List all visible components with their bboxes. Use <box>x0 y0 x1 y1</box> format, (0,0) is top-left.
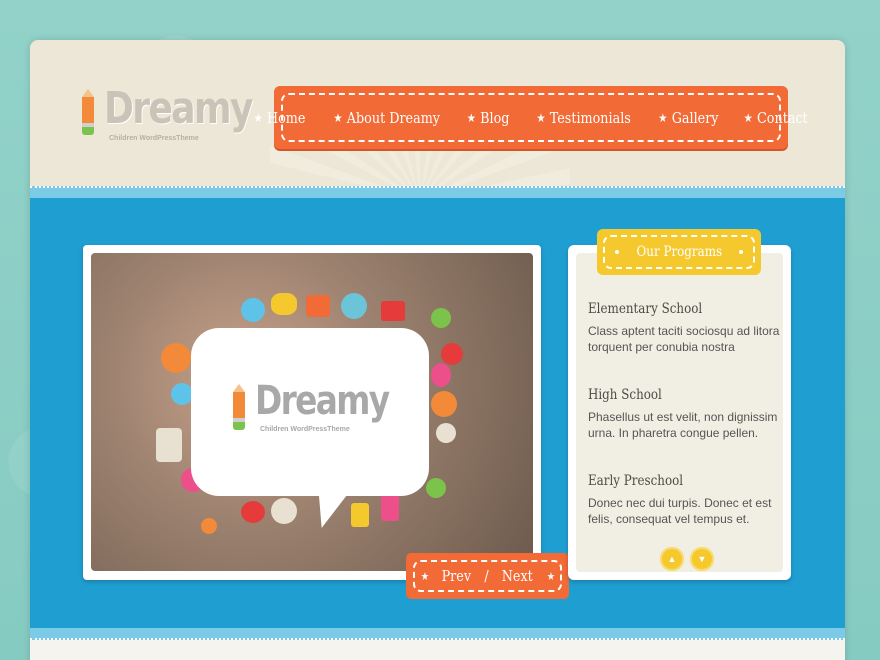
basketball-icon <box>431 391 457 417</box>
programs-title: Our Programs <box>636 244 722 260</box>
star-icon: ★ <box>420 569 429 583</box>
program-title[interactable]: High School <box>588 387 754 403</box>
slide-logo-title: Dreamy <box>255 378 390 424</box>
pencil-icon <box>233 384 245 430</box>
dot-icon <box>739 250 744 254</box>
doodle-shape <box>156 428 182 462</box>
doodle-shape <box>351 503 369 527</box>
nav-item-label: About Dreamy <box>346 108 441 127</box>
star-icon: ★ <box>253 110 263 125</box>
logo-title: Dreamy <box>104 83 253 134</box>
slide-logo-subtitle: Children WordPressTheme <box>260 426 350 433</box>
apple-icon <box>241 501 265 523</box>
apple-icon <box>441 343 463 365</box>
doodle-shape <box>431 308 451 328</box>
footer-area <box>30 640 845 660</box>
main-content: Dreamy Children WordPressTheme ★ Prev / … <box>30 198 845 628</box>
doodle-shape <box>436 423 456 443</box>
doodle-shape <box>431 363 451 387</box>
nav-item-about[interactable]: ★ About Dreamy <box>333 109 440 127</box>
slide-image[interactable]: Dreamy Children WordPressTheme <box>91 253 533 571</box>
prev-button[interactable]: Prev <box>442 567 471 585</box>
scroll-down-button[interactable]: ▼ <box>690 547 714 571</box>
image-slider: Dreamy Children WordPressTheme ★ Prev / … <box>83 245 569 599</box>
programs-header: Our Programs <box>597 229 761 275</box>
speech-bubble: Dreamy Children WordPressTheme <box>191 328 429 496</box>
doodle-shape <box>306 295 330 317</box>
chevron-up-icon: ▲ <box>667 554 677 564</box>
globe-icon <box>341 293 367 319</box>
doodle-shape <box>381 301 405 321</box>
program-description: Donec nec dui turpis. Donec et est felis… <box>588 496 772 526</box>
star-icon: ★ <box>467 110 477 125</box>
doodle-shape <box>171 383 193 405</box>
star-icon: ★ <box>333 110 343 125</box>
program-title[interactable]: Elementary School <box>588 301 754 317</box>
pager-separator: / <box>484 567 489 585</box>
next-button[interactable]: Next <box>502 567 533 585</box>
nav-item-home[interactable]: ★ Home <box>254 109 306 127</box>
nav-item-label: Gallery <box>671 108 719 127</box>
nav-item-label: Contact <box>756 108 808 127</box>
site-frame: Dreamy Children WordPressTheme ★ Home ★ … <box>30 40 845 660</box>
palette-icon <box>271 293 297 315</box>
nav-item-label: Testimonials <box>549 108 631 127</box>
doodle-shape <box>426 478 446 498</box>
dot-icon <box>614 250 619 254</box>
star-icon: ★ <box>546 569 555 583</box>
slider-pager: ★ Prev / Next ★ <box>406 553 569 599</box>
programs-scroll-controls: ▲ ▼ <box>660 547 714 571</box>
star-icon: ★ <box>535 110 546 125</box>
program-title[interactable]: Early Preschool <box>588 473 754 489</box>
programs-widget: Elementary School Class aptent taciti so… <box>568 229 791 580</box>
program-description: Class aptent taciti sociosqu ad litora t… <box>588 324 780 354</box>
globe-icon <box>271 498 297 524</box>
main-navigation: ★ Home ★ About Dreamy ★ Blog ★ Testimoni… <box>254 86 807 149</box>
scroll-up-button[interactable]: ▲ <box>660 547 684 571</box>
doodle-shape <box>381 493 399 521</box>
programs-panel: Elementary School Class aptent taciti so… <box>576 253 783 572</box>
nav-item-label: Blog <box>480 108 510 127</box>
program-description: Phasellus ut est velit, non dignissim ur… <box>588 410 778 440</box>
content-divider <box>30 628 845 640</box>
programs-list: Elementary School Class aptent taciti so… <box>588 301 783 559</box>
star-icon: ★ <box>743 110 753 125</box>
star-icon: ★ <box>658 110 668 125</box>
list-item[interactable]: High School Phasellus ut est velit, non … <box>588 387 783 473</box>
pencil-icon <box>82 89 94 135</box>
site-header: Dreamy Children WordPressTheme ★ Home ★ … <box>30 40 845 200</box>
doodle-shape <box>241 298 265 322</box>
nav-item-blog[interactable]: ★ Blog <box>467 109 510 127</box>
basketball-icon <box>161 343 191 373</box>
nav-item-contact[interactable]: ★ Contact <box>743 109 807 127</box>
logo-subtitle: Children WordPressTheme <box>109 135 199 142</box>
nav-item-testimonials[interactable]: ★ Testimonials <box>536 109 630 127</box>
doodle-shape <box>201 518 217 534</box>
header-divider <box>30 186 845 198</box>
nav-item-gallery[interactable]: ★ Gallery <box>658 109 718 127</box>
nav-item-label: Home <box>267 108 306 127</box>
list-item[interactable]: Elementary School Class aptent taciti so… <box>588 301 783 387</box>
chevron-down-icon: ▼ <box>697 554 707 564</box>
slide-logo: Dreamy Children WordPressTheme <box>233 378 393 440</box>
site-logo[interactable]: Dreamy Children WordPressTheme <box>82 83 253 145</box>
